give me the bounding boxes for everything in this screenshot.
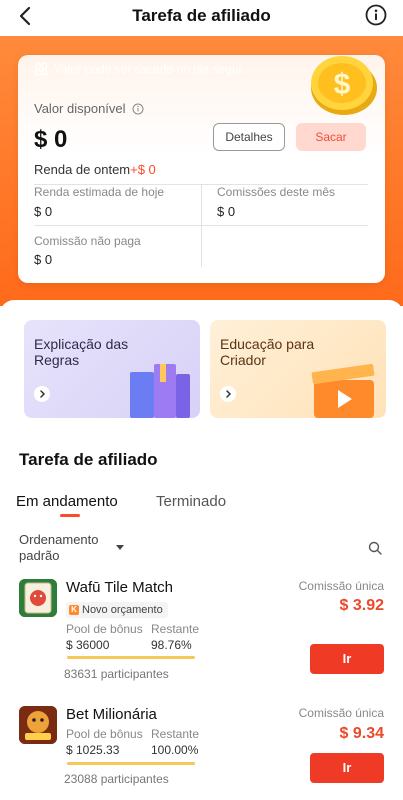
month-commission-label: Comissões deste mês [217, 185, 336, 199]
yesterday-income: Renda de ontem+$ 0 [34, 162, 156, 177]
game-icon-bet [19, 706, 57, 744]
active-tab-indicator [60, 514, 80, 517]
pool-label: Pool de bônus [66, 727, 143, 741]
commission-value: $ 9.34 [339, 725, 384, 742]
remaining-label: Restante [151, 622, 200, 636]
tab-finished[interactable]: Terminado [156, 493, 226, 510]
creator-education-banner[interactable]: Educação para Criador [210, 320, 386, 418]
sort-dropdown[interactable]: Ordenamento padrão [19, 532, 109, 564]
game-name[interactable]: Bet Milionária [66, 706, 157, 723]
tiger-game-icon [19, 706, 57, 744]
remaining-progress-fill [67, 656, 194, 659]
remaining-progress-fill [67, 762, 195, 765]
page-title: Tarefa de afiliado [132, 6, 271, 25]
unpaid-commission-label: Comissão não paga [34, 234, 141, 248]
books-icon [130, 364, 190, 418]
game-name[interactable]: Wafū Tile Match [66, 579, 173, 596]
notice-text: Valor pode ser sacado no dia segui... [54, 62, 252, 76]
withdraw-notice: Valor pode ser sacado no dia segui... [20, 55, 318, 83]
participants-count: 23088 participantes [64, 772, 169, 786]
remaining-progress-bar [67, 762, 195, 765]
go-button[interactable]: Ir [310, 644, 384, 674]
unpaid-commission-value: $ 0 [34, 252, 53, 267]
divider [201, 185, 202, 267]
participants-count: 83631 participantes [64, 667, 169, 681]
svg-text:$: $ [334, 68, 351, 101]
grid-icon [34, 62, 48, 76]
chevron-right-icon [34, 386, 50, 402]
rules-banner[interactable]: Explicação das Regras [24, 320, 200, 418]
mahjong-tile-icon [19, 579, 57, 617]
clapperboard-icon [311, 364, 375, 418]
section-title: Tarefa de afiliado [19, 450, 158, 469]
dollar-coin-icon: $ [311, 56, 377, 115]
remaining-value: 98.76% [151, 638, 192, 652]
commission-value: $ 3.92 [339, 597, 384, 614]
search-icon[interactable] [368, 541, 382, 555]
today-income-value: $ 0 [34, 204, 53, 219]
info-circle-icon[interactable] [365, 4, 387, 26]
available-label: Valor disponível [34, 101, 144, 116]
month-commission-value: $ 0 [217, 204, 236, 219]
k-badge-icon: K [69, 605, 79, 615]
game-icon-wafu [19, 579, 57, 617]
tab-in-progress[interactable]: Em andamento [16, 493, 118, 510]
details-button[interactable]: Detalhes [213, 123, 285, 151]
pool-label: Pool de bônus [66, 622, 143, 636]
chevron-right-icon [220, 386, 236, 402]
new-budget-badge: K Novo orçamento [66, 602, 168, 618]
remaining-progress-bar [67, 656, 195, 659]
caret-down-icon[interactable] [116, 545, 124, 551]
withdraw-button[interactable]: Sacar [296, 123, 366, 151]
remaining-value: 100.00% [151, 743, 199, 757]
commission-label: Comissão única [298, 579, 384, 593]
today-income-label: Renda estimada de hoje [34, 185, 165, 199]
top-bar: Tarefa de afiliado [0, 0, 403, 36]
pool-value: $ 36000 [66, 638, 110, 652]
pool-value: $ 1025.33 [66, 743, 120, 757]
info-icon[interactable] [132, 103, 144, 115]
go-button[interactable]: Ir [310, 753, 384, 783]
commission-label: Comissão única [298, 706, 384, 720]
remaining-label: Restante [151, 727, 200, 741]
available-value: $ 0 [34, 126, 68, 153]
